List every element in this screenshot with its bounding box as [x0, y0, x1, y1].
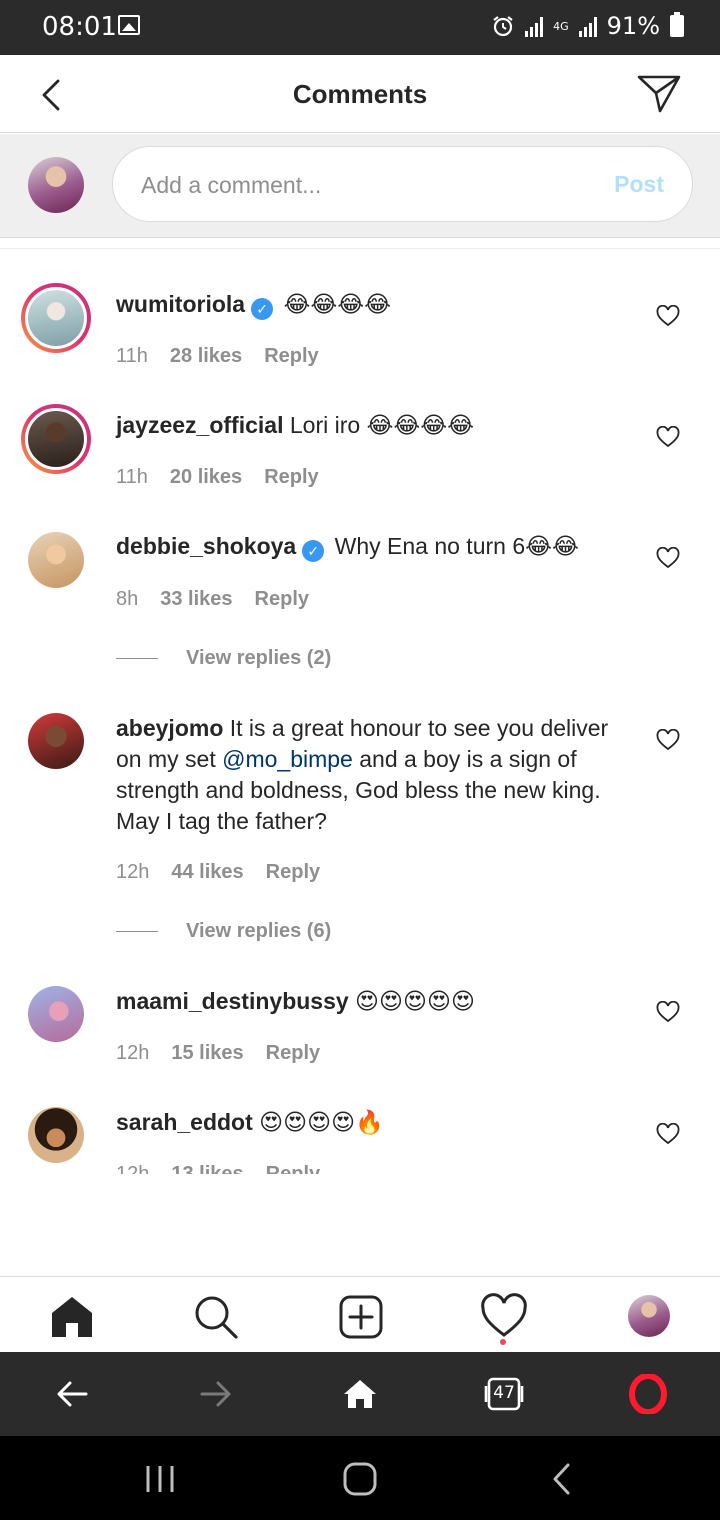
gallery-notification-icon	[118, 15, 140, 35]
system-navigation-bar	[0, 1436, 720, 1520]
heart-icon[interactable]	[656, 547, 680, 569]
heart-icon[interactable]	[656, 426, 680, 448]
comment-time: 12h	[116, 1042, 150, 1064]
profile-avatar[interactable]	[628, 1295, 670, 1337]
search-icon[interactable]	[192, 1293, 240, 1341]
alarm-icon	[493, 16, 513, 37]
comment-input[interactable]	[141, 167, 581, 203]
view-replies-link[interactable]: View replies (2)	[116, 647, 331, 670]
avatar[interactable]	[28, 1107, 84, 1163]
browser-home-icon[interactable]	[340, 1374, 380, 1414]
browser-forward-icon[interactable]	[196, 1374, 236, 1414]
comment-likes[interactable]: 44 likes	[171, 861, 243, 884]
system-back-icon[interactable]	[542, 1462, 582, 1496]
view-replies-link[interactable]: View replies (6)	[116, 920, 331, 943]
comment-likes[interactable]: 15 likes	[171, 1042, 243, 1065]
comment-text: Why Ena no turn 6😂😂	[328, 533, 579, 559]
comment-text: Lori iro 😂😂😂😂	[283, 412, 475, 438]
post-button[interactable]: Post	[614, 171, 664, 198]
comment-username[interactable]: jayzeez_official	[116, 412, 283, 438]
new-post-icon[interactable]	[337, 1293, 385, 1341]
battery-icon	[670, 12, 684, 37]
avatar[interactable]	[28, 532, 84, 588]
heart-icon[interactable]	[656, 1001, 680, 1023]
battery-percent: 91%	[606, 12, 660, 40]
avatar[interactable]	[28, 713, 84, 769]
browser-back-icon[interactable]	[52, 1374, 92, 1414]
tabs-button[interactable]: 47	[484, 1374, 524, 1414]
comment-text: 😍😍😍😍😍	[348, 988, 475, 1014]
comment-time: 12h	[116, 1163, 150, 1174]
heart-icon[interactable]	[656, 729, 680, 751]
recent-apps-icon[interactable]	[140, 1462, 180, 1496]
system-home-icon[interactable]	[340, 1462, 380, 1496]
my-avatar	[28, 157, 84, 213]
reply-button[interactable]: Reply	[255, 588, 309, 611]
comment-likes[interactable]: 20 likes	[170, 466, 242, 489]
comment-time: 11h	[116, 345, 148, 367]
comment-likes[interactable]: 13 likes	[171, 1163, 243, 1174]
bottom-navigation	[0, 1276, 720, 1352]
avatar[interactable]	[21, 283, 91, 353]
comment-compose-bar: Post	[0, 134, 720, 238]
comment-text: 😂😂😂😂	[277, 291, 391, 317]
comment-username[interactable]: wumitoriola	[116, 291, 245, 317]
comment-time: 8h	[116, 588, 139, 610]
heart-icon[interactable]	[656, 305, 680, 327]
comment-time: 11h	[116, 466, 148, 488]
notification-dot	[500, 1339, 506, 1345]
verified-badge-icon: ✓	[302, 540, 325, 562]
comment-time: 12h	[116, 861, 150, 883]
browser-toolbar: 47	[0, 1352, 720, 1436]
comment-username[interactable]: abeyjomo	[116, 715, 223, 741]
comment-likes[interactable]: 28 likes	[170, 345, 242, 368]
page-title: Comments	[292, 79, 428, 109]
signal-icon	[525, 15, 544, 37]
opera-menu-icon[interactable]	[628, 1374, 668, 1414]
reply-button[interactable]: Reply	[266, 861, 320, 884]
tab-count: 47	[493, 1383, 515, 1403]
status-bar: 08:01 4G 91%	[0, 0, 720, 55]
network-type: 4G	[553, 19, 569, 33]
comment-username[interactable]: debbie_shokoya	[116, 533, 296, 559]
avatar[interactable]	[21, 404, 91, 474]
comment-username[interactable]: maami_destinybussy	[116, 988, 349, 1014]
comment-likes[interactable]: 33 likes	[160, 588, 232, 611]
comment-username[interactable]: sarah_eddot	[116, 1109, 253, 1135]
home-icon[interactable]	[48, 1293, 96, 1341]
activity-heart-icon[interactable]	[480, 1293, 528, 1341]
verified-badge-icon: ✓	[251, 298, 274, 320]
direct-send-icon[interactable]	[636, 73, 682, 115]
heart-icon[interactable]	[656, 1123, 680, 1145]
comment-text: 😍😍😍😍🔥	[252, 1109, 384, 1135]
mention-link[interactable]: @mo_bimpe	[222, 746, 353, 772]
reply-button[interactable]: Reply	[264, 466, 318, 489]
reply-button[interactable]: Reply	[264, 345, 318, 368]
comment-list[interactable]: wumitoriola ✓ 😂😂😂😂 11h 28 likes Reply jayze…	[0, 249, 720, 1174]
signal-icon-2	[578, 15, 597, 37]
avatar[interactable]	[28, 986, 84, 1042]
comments-header: Comments	[0, 55, 720, 133]
reply-button[interactable]: Reply	[266, 1042, 320, 1065]
status-time: 08:01	[42, 12, 117, 42]
comment-input-box[interactable]: Post	[112, 146, 693, 222]
reply-button[interactable]: Reply	[266, 1163, 320, 1174]
